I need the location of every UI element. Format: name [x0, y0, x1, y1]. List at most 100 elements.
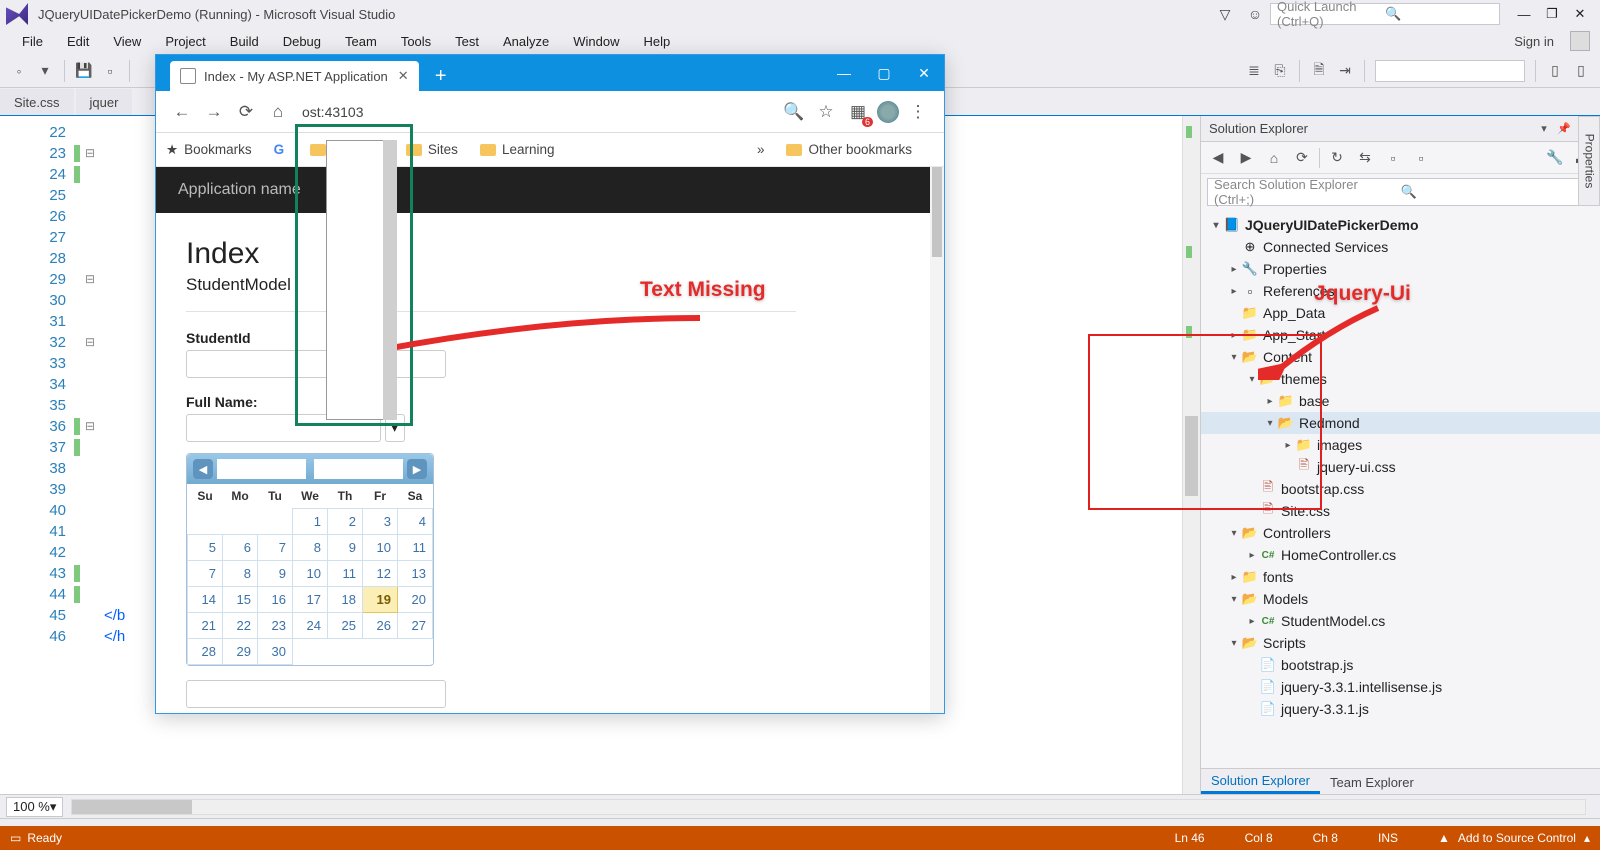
- maximize-button[interactable]: ❐: [1538, 3, 1566, 25]
- browser-vscrollbar[interactable]: [930, 167, 944, 713]
- tree-node-scripts[interactable]: ▾📂Scripts: [1201, 632, 1600, 654]
- solexp-sync-icon[interactable]: ⟳: [1291, 147, 1313, 169]
- datepicker-prev-icon[interactable]: ◀: [193, 459, 213, 479]
- datepicker-day[interactable]: 27: [398, 612, 433, 638]
- extension-icon[interactable]: ▦6: [845, 99, 871, 125]
- add-source-control-icon[interactable]: ▲: [1438, 831, 1450, 845]
- other-bookmarks[interactable]: Other bookmarks: [786, 142, 912, 157]
- browser-minimize-button[interactable]: —: [824, 55, 864, 91]
- menu-edit[interactable]: Edit: [55, 28, 101, 54]
- input-extra[interactable]: [186, 680, 446, 708]
- format-icon[interactable]: ≣: [1243, 58, 1265, 84]
- bookmarks-overflow-icon[interactable]: »: [757, 142, 765, 157]
- solexp-search-input[interactable]: Search Solution Explorer (Ctrl+;) 🔍: [1207, 178, 1594, 206]
- menu-analyze[interactable]: Analyze: [491, 28, 561, 54]
- tab-solution-explorer[interactable]: Solution Explorer: [1201, 770, 1320, 794]
- bookmark-learning[interactable]: Learning: [480, 142, 555, 157]
- tab-team-explorer[interactable]: Team Explorer: [1320, 770, 1424, 794]
- solexp-dropdown-icon[interactable]: ▾: [1536, 121, 1552, 137]
- datepicker-grid[interactable]: SuMoTuWeThFrSa12345678910117891011121314…: [187, 484, 433, 665]
- bookmarks-menu[interactable]: ★Bookmarks: [166, 142, 252, 158]
- browser-tab[interactable]: Index - My ASP.NET Application ✕: [170, 61, 419, 91]
- datepicker-day[interactable]: 11: [398, 534, 433, 560]
- datepicker-day[interactable]: 28: [188, 638, 223, 664]
- datepicker-day[interactable]: 9: [258, 560, 293, 586]
- tree-node-studentmodel[interactable]: ▸C#StudentModel.cs: [1201, 610, 1600, 632]
- solexp-back-icon[interactable]: ◀: [1207, 147, 1229, 169]
- doc-tab-sitecss[interactable]: Site.css: [0, 89, 74, 115]
- datepicker-day[interactable]: 2: [328, 508, 363, 534]
- tree-node-root[interactable]: ▾📘JQueryUIDatePickerDemo: [1201, 214, 1600, 236]
- datepicker-day[interactable]: 19: [363, 586, 398, 612]
- datepicker-day[interactable]: 26: [363, 612, 398, 638]
- nav-back-icon[interactable]: ◦: [8, 58, 30, 84]
- browser-back-icon[interactable]: ←: [169, 99, 195, 125]
- menu-team[interactable]: Team: [333, 28, 389, 54]
- datepicker-day[interactable]: 7: [188, 560, 223, 586]
- fold-column[interactable]: ⊟⊟⊟⊟: [80, 116, 100, 794]
- datepicker-day[interactable]: 25: [328, 612, 363, 638]
- quick-launch-input[interactable]: Quick Launch (Ctrl+Q) 🔍: [1270, 3, 1500, 25]
- datepicker-day[interactable]: 5: [188, 534, 223, 560]
- solexp-pin-icon[interactable]: 📌: [1556, 121, 1572, 137]
- datepicker-day[interactable]: 8: [223, 560, 258, 586]
- datepicker-day[interactable]: 1: [293, 508, 328, 534]
- datepicker-day[interactable]: 20: [398, 586, 433, 612]
- tree-node-jqueryjs[interactable]: 📄jquery-3.3.1.js: [1201, 698, 1600, 720]
- tree-node-controllers[interactable]: ▾📂Controllers: [1201, 522, 1600, 544]
- datepicker-day[interactable]: 30: [258, 638, 293, 664]
- datepicker[interactable]: ◀ ▶ SuMoTuWeThFrSa1234567891011789101112…: [186, 453, 434, 666]
- browser-home-icon[interactable]: ⌂: [265, 99, 291, 125]
- url-field[interactable]: ost:43103: [302, 104, 770, 120]
- datepicker-day[interactable]: 9: [328, 534, 363, 560]
- datepicker-day[interactable]: 3: [363, 508, 398, 534]
- feedback-icon[interactable]: ☺: [1244, 3, 1266, 25]
- app-name-label[interactable]: Application name: [178, 181, 301, 199]
- menu-test[interactable]: Test: [443, 28, 491, 54]
- solexp-properties-icon[interactable]: 🔧: [1544, 147, 1566, 169]
- minimize-button[interactable]: —: [1510, 3, 1538, 25]
- solexp-showall-icon[interactable]: ▫: [1382, 147, 1404, 169]
- datepicker-day[interactable]: 6: [223, 534, 258, 560]
- browser-close-button[interactable]: ✕: [904, 55, 944, 91]
- zoom-icon[interactable]: 🔍: [781, 99, 807, 125]
- datepicker-month-select[interactable]: [217, 459, 306, 479]
- menu-file[interactable]: File: [10, 28, 55, 54]
- sign-in-link[interactable]: Sign in: [1504, 34, 1564, 49]
- tree-node-connected[interactable]: ⊕Connected Services: [1201, 236, 1600, 258]
- tree-node-jqueryintel[interactable]: 📄jquery-3.3.1.intellisense.js: [1201, 676, 1600, 698]
- datepicker-day[interactable]: 10: [363, 534, 398, 560]
- star-icon[interactable]: ☆: [813, 99, 839, 125]
- nav-fwd-icon[interactable]: ▾: [34, 58, 56, 84]
- menu-help[interactable]: Help: [632, 28, 683, 54]
- tree-node-homectrl[interactable]: ▸C#HomeController.cs: [1201, 544, 1600, 566]
- datepicker-day[interactable]: 21: [188, 612, 223, 638]
- profile-avatar-icon[interactable]: [877, 101, 899, 123]
- menu-view[interactable]: View: [101, 28, 153, 54]
- datepicker-day[interactable]: 22: [223, 612, 258, 638]
- datepicker-day[interactable]: 8: [293, 534, 328, 560]
- menu-project[interactable]: Project: [153, 28, 217, 54]
- solexp-refresh-icon[interactable]: ↻: [1326, 147, 1348, 169]
- datepicker-day[interactable]: 11: [328, 560, 363, 586]
- bookmark-sites[interactable]: Sites: [406, 142, 458, 157]
- datepicker-next-icon[interactable]: ▶: [407, 459, 427, 479]
- new-tab-button[interactable]: +: [427, 62, 455, 90]
- browser-maximize-button[interactable]: ▢: [864, 55, 904, 91]
- datepicker-day[interactable]: 23: [258, 612, 293, 638]
- browser-title-bar[interactable]: Index - My ASP.NET Application ✕ + — ▢ ✕: [156, 55, 944, 91]
- comment-icon[interactable]: ⎘: [1269, 58, 1291, 84]
- menu-tools[interactable]: Tools: [389, 28, 443, 54]
- save-icon[interactable]: 💾: [73, 58, 95, 84]
- notifications-icon[interactable]: ▽: [1214, 3, 1236, 25]
- close-button[interactable]: ✕: [1566, 3, 1594, 25]
- datepicker-day[interactable]: 14: [188, 586, 223, 612]
- misc-icon[interactable]: ▯: [1544, 58, 1566, 84]
- datepicker-day[interactable]: 18: [328, 586, 363, 612]
- tree-node-properties[interactable]: ▸🔧Properties: [1201, 258, 1600, 280]
- indent-icon[interactable]: ⇥: [1334, 58, 1356, 84]
- zoom-level[interactable]: 100 % ▾: [6, 797, 63, 817]
- menu-window[interactable]: Window: [561, 28, 631, 54]
- tab-close-icon[interactable]: ✕: [398, 68, 409, 84]
- menu-build[interactable]: Build: [218, 28, 271, 54]
